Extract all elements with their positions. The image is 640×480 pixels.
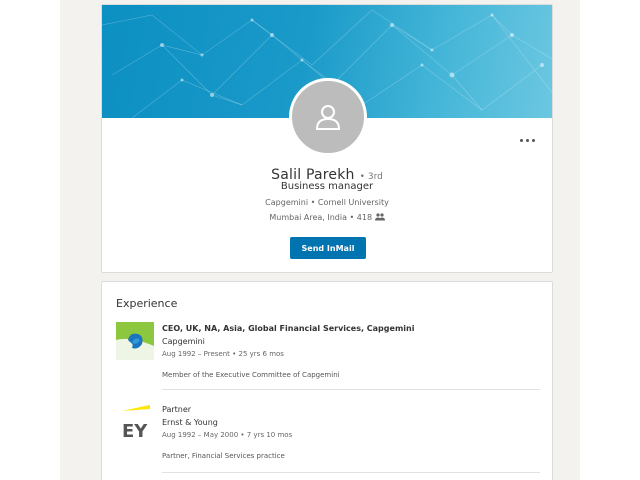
job-company: Capgemini [162,337,205,346]
profile-headline: Business manager [280,181,374,192]
more-options-icon[interactable] [518,133,538,147]
send-inmail-button[interactable]: Send InMail [290,237,366,259]
job-dates: Aug 1992 – Present • 25 yrs 6 mos [162,350,284,358]
experience-card: Experience CEO, UK, NA, Asia, Global Fin… [101,281,553,480]
job-description: Member of the Executive Committee of Cap… [162,371,340,379]
profile-company-education: Capgemini • Cornell University [265,198,389,207]
experience-heading: Experience [116,297,178,310]
job-title: Partner [162,405,192,414]
experience-details: CEO, UK, NA, Asia, Global Financial Serv… [162,322,542,381]
profile-location: Mumbai Area, India • 418 [269,213,373,222]
connections-icon [374,213,385,221]
capgemini-logo[interactable] [116,322,154,360]
job-description: Partner, Financial Services practice [162,452,285,460]
experience-details: Partner Ernst & Young Aug 1992 – May 200… [162,403,542,462]
job-dates: Aug 1992 – May 2000 • 7 yrs 10 mos [162,431,293,439]
experience-divider [162,389,540,390]
profile-avatar[interactable] [289,78,367,156]
job-company: Ernst & Young [162,418,218,427]
person-placeholder-icon [315,105,341,130]
experience-divider [162,472,540,473]
job-title: CEO, UK, NA, Asia, Global Financial Serv… [162,324,415,333]
profile-location-row: Mumbai Area, India • 418 [102,213,552,222]
ey-logo[interactable]: EY [116,403,154,441]
profile-card: Salil Parekh • 3rd Business manager Capg… [101,4,553,273]
ey-logo-text: EY [122,421,148,441]
